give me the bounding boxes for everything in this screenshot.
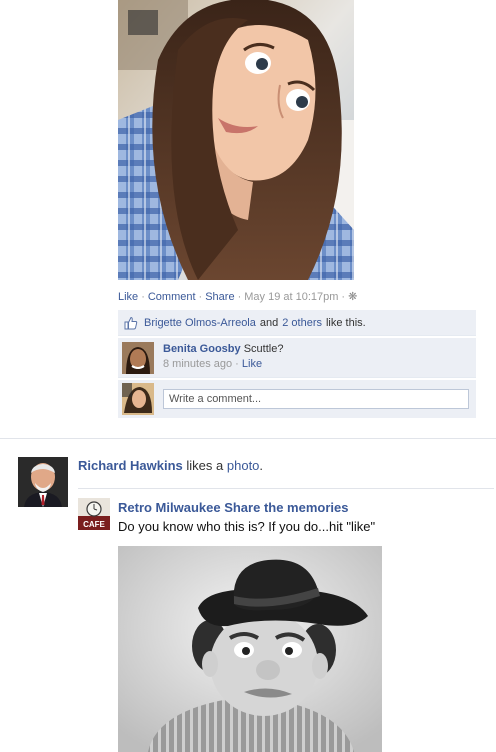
post-timestamp[interactable]: May 19 at 10:17pm [244,291,338,303]
comment-input[interactable] [163,389,469,409]
attachment-divider [78,488,494,489]
story-verb: likes a [186,458,224,473]
photo-link[interactable]: photo [227,458,260,473]
liker-name-link[interactable]: Brigette Olmos-Arreola [144,317,256,329]
separator: · [237,291,242,303]
actor-name-link[interactable]: Richard Hawkins [78,458,183,473]
page-icon-text: CAFE [83,520,105,529]
comment-author-link[interactable]: Benita Goosby [163,343,241,355]
comment-item: Benita Goosby Scuttle? 8 minutes ago · L… [118,338,476,378]
comment-link[interactable]: Comment [148,291,196,303]
story-headline: Richard Hawkins likes a photo. [78,458,263,473]
like-link[interactable]: Like [118,291,138,303]
comment-text: Scuttle? [243,343,284,355]
page-cafe-icon[interactable]: CAFE [78,498,110,530]
viewer-avatar [122,383,154,415]
comment-time[interactable]: 8 minutes ago [163,358,232,370]
comment-body: Benita Goosby Scuttle? 8 minutes ago · L… [163,342,283,377]
vintage-comedian-image [118,546,382,752]
page-message: Do you know who this is? If you do...hit… [118,519,376,534]
post-actions-line: Like · Comment · Share · May 19 at 10:17pm · ❋ [118,290,357,303]
page-name-link[interactable]: Retro Milwaukee Share the memories [118,500,348,515]
shared-photo[interactable] [118,546,382,752]
separator: · [235,358,239,370]
comment-like-link[interactable]: Like [242,358,262,370]
share-link[interactable]: Share [205,291,234,303]
woman-selfie-image [118,0,354,280]
post-photo[interactable] [118,0,354,280]
others-link[interactable]: 2 others [282,317,322,329]
write-comment-row [118,380,476,418]
story-divider [0,438,496,439]
actor-avatar[interactable] [18,457,68,507]
thumbs-up-icon [124,316,138,329]
story-period: . [259,458,264,473]
separator: · [341,291,346,303]
likes-and-text: and [259,316,279,329]
separator: · [141,291,145,303]
likes-summary: Brigette Olmos-Arreola and 2 others like… [118,310,476,336]
likes-suffix-text: like this. [325,316,366,329]
feedback-box: Brigette Olmos-Arreola and 2 others like… [118,310,476,418]
commenter-avatar[interactable] [122,342,154,374]
separator: · [198,291,203,303]
privacy-icon[interactable]: ❋ [348,291,357,303]
